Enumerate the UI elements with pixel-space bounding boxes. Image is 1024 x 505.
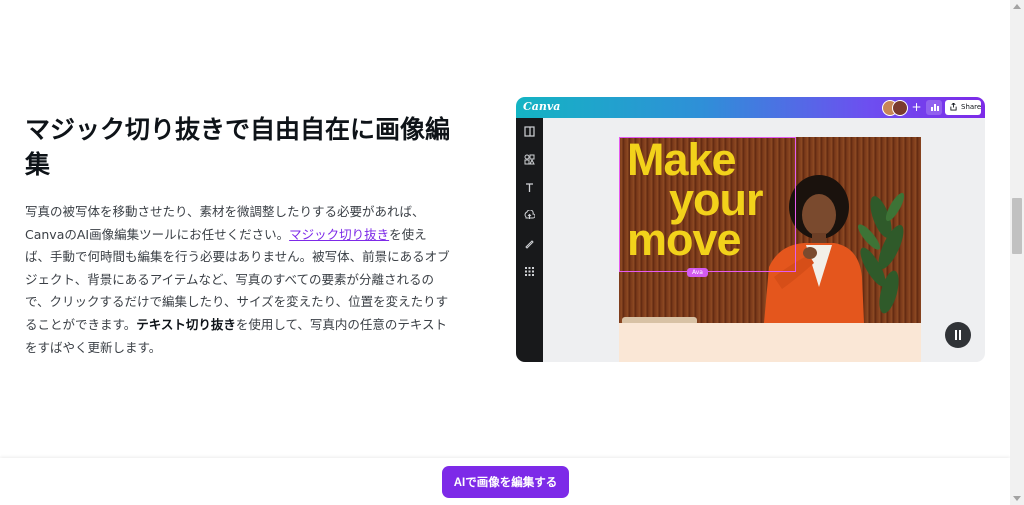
editor-side-rail [516,118,543,362]
scroll-up-arrow-icon[interactable] [1013,4,1021,9]
magic-grab-link[interactable]: マジック切り抜き [289,227,389,242]
text-icon [524,182,535,193]
section-description: 写真の被写体を移動させたり、素材を微調整したりする必要があれば、CanvaのAI… [25,201,450,359]
selection-box [619,137,796,272]
scroll-down-arrow-icon[interactable] [1013,496,1021,501]
apps-icon [524,266,535,277]
draw-icon [524,238,535,249]
analytics-icon [926,100,942,115]
add-collaborator-button: + [911,100,922,114]
editor-demo-video: Canva + Share Make your move Ava [516,97,985,362]
collaborator-cursor-tag: Ava [687,268,708,277]
page-scrollbar[interactable] [1010,0,1024,505]
canvas-bottom-panel [619,323,921,362]
share-label: Share [961,103,982,111]
layout-icon [524,126,535,137]
canva-logo: Canva [523,100,561,113]
text-grab-bold: テキスト切り抜き [136,316,236,332]
elements-icon [524,154,535,165]
upload-icon [524,210,535,221]
sticky-cta-bar: AIで画像を編集する [0,458,1010,505]
section-heading: マジック切り抜きで自由自在に画像編集 [25,115,451,179]
scroll-thumb[interactable] [1012,198,1022,254]
edit-image-ai-button[interactable]: AIで画像を編集する [442,466,569,498]
pause-button[interactable] [945,322,971,348]
share-icon [950,103,957,111]
editor-header: Canva + Share [516,97,985,118]
design-canvas-photo: Make your move Ava [619,137,921,323]
share-button: Share [945,100,981,115]
avatar [892,100,908,116]
